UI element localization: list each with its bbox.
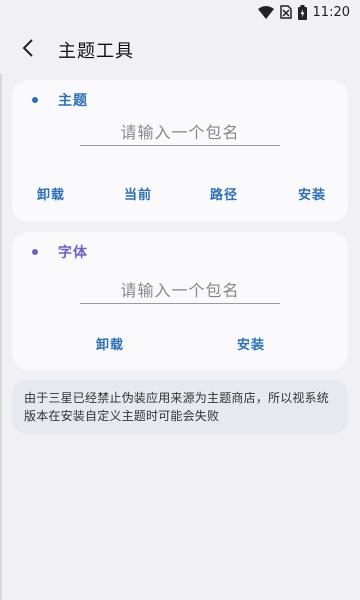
theme-path-button[interactable]: 路径 [210, 184, 238, 203]
wifi-icon [257, 5, 274, 19]
edge-indicator [0, 74, 2, 600]
font-card-title: 字体 [58, 245, 88, 261]
font-card: 字体 卸载 安装 [12, 232, 348, 370]
font-install-button[interactable]: 安装 [237, 334, 265, 353]
theme-package-input[interactable] [80, 120, 280, 146]
chevron-left-icon [22, 39, 34, 61]
font-package-input[interactable] [80, 278, 280, 304]
page-title: 主题工具 [58, 41, 134, 62]
theme-card-header: 主题 [32, 90, 88, 110]
font-dot-icon [32, 249, 38, 255]
notice-box: 由于三星已经禁止伪装应用来源为主题商店，所以视系统版本在安装自定义主题时可能会失… [12, 380, 348, 434]
theme-install-button[interactable]: 安装 [298, 184, 326, 203]
battery-charging-icon [297, 4, 307, 20]
status-bar: 11:20 [0, 0, 360, 24]
theme-dot-icon [32, 97, 38, 103]
notice-text: 由于三星已经禁止伪装应用来源为主题商店，所以视系统版本在安装自定义主题时可能会失… [24, 391, 330, 423]
no-sim-icon [279, 5, 292, 19]
font-uninstall-button[interactable]: 卸载 [96, 334, 124, 353]
theme-uninstall-button[interactable]: 卸载 [37, 184, 65, 203]
theme-current-button[interactable]: 当前 [124, 184, 152, 203]
status-time: 11:20 [312, 4, 350, 20]
theme-card-title: 主题 [58, 93, 88, 109]
font-card-header: 字体 [32, 242, 88, 262]
app-bar: 主题工具 [0, 24, 360, 74]
back-button[interactable] [14, 36, 42, 64]
theme-card: 主题 卸载 当前 路径 安装 [12, 80, 348, 222]
